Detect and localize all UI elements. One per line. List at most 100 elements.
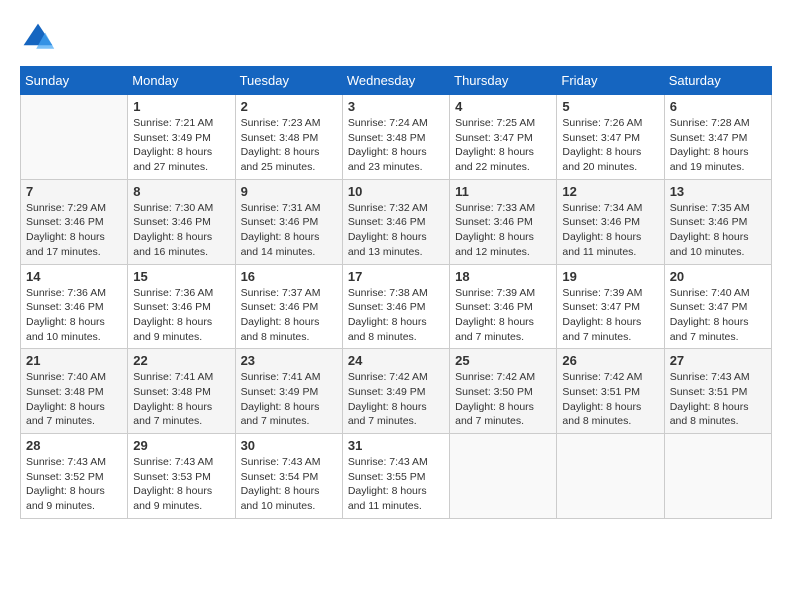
day-number: 18	[455, 269, 551, 284]
day-number: 31	[348, 438, 444, 453]
day-number: 30	[241, 438, 337, 453]
weekday-header: Monday	[128, 67, 235, 95]
weekday-header: Thursday	[450, 67, 557, 95]
calendar-cell: 16 Sunrise: 7:37 AMSunset: 3:46 PMDayligh…	[235, 264, 342, 349]
calendar-cell: 20Sunrise: 7:40 AMSunset: 3:47 PMDayligh…	[664, 264, 771, 349]
day-number: 4	[455, 99, 551, 114]
calendar-cell	[21, 95, 128, 180]
day-detail: Sunrise: 7:40 AMSunset: 3:48 PMDaylight:…	[26, 370, 122, 429]
day-number: 13	[670, 184, 766, 199]
day-number: 9	[241, 184, 337, 199]
calendar-cell: 28Sunrise: 7:43 AMSunset: 3:52 PMDayligh…	[21, 434, 128, 519]
calendar-cell: 24 Sunrise: 7:42 AMSunset: 3:49 PMDayligh…	[342, 349, 449, 434]
calendar-table: SundayMondayTuesdayWednesdayThursdayFrid…	[20, 66, 772, 519]
day-number: 25	[455, 353, 551, 368]
calendar-cell: 1 Sunrise: 7:21 AMSunset: 3:49 PMDaylight…	[128, 95, 235, 180]
calendar-cell: 23 Sunrise: 7:41 AMSunset: 3:49 PMDayligh…	[235, 349, 342, 434]
day-detail: Sunrise: 7:39 AMSunset: 3:46 PMDaylight:…	[455, 286, 551, 345]
day-detail: Sunrise: 7:42 AMSunset: 3:50 PMDaylight:…	[455, 370, 551, 429]
day-detail: Sunrise: 7:28 AMSunset: 3:47 PMDaylight:…	[670, 116, 766, 175]
calendar-cell: 29 Sunrise: 7:43 AMSunset: 3:53 PMDayligh…	[128, 434, 235, 519]
day-detail: Sunrise: 7:24 AMSunset: 3:48 PMDaylight:…	[348, 116, 444, 175]
day-number: 19	[562, 269, 658, 284]
day-number: 10	[348, 184, 444, 199]
calendar-cell: 21 Sunrise: 7:40 AMSunset: 3:48 PMDayligh…	[21, 349, 128, 434]
calendar-cell: 6 Sunrise: 7:28 AMSunset: 3:47 PMDaylight…	[664, 95, 771, 180]
calendar-cell: 18 Sunrise: 7:39 AMSunset: 3:46 PMDayligh…	[450, 264, 557, 349]
day-detail: Sunrise: 7:43 AMSunset: 3:53 PMDaylight:…	[133, 455, 229, 514]
calendar-cell: 11 Sunrise: 7:33 AMSunset: 3:46 PMDayligh…	[450, 179, 557, 264]
day-number: 3	[348, 99, 444, 114]
day-detail: Sunrise: 7:33 AMSunset: 3:46 PMDaylight:…	[455, 201, 551, 260]
weekday-header: Wednesday	[342, 67, 449, 95]
day-detail: Sunrise: 7:37 AMSunset: 3:46 PMDaylight:…	[241, 286, 337, 345]
day-detail: Sunrise: 7:43 AMSunset: 3:54 PMDaylight:…	[241, 455, 337, 514]
day-number: 28	[26, 438, 122, 453]
weekday-header: Friday	[557, 67, 664, 95]
day-number: 27	[670, 353, 766, 368]
calendar-cell	[664, 434, 771, 519]
calendar-header: SundayMondayTuesdayWednesdayThursdayFrid…	[21, 67, 772, 95]
day-number: 11	[455, 184, 551, 199]
calendar-cell: 15 Sunrise: 7:36 AMSunset: 3:46 PMDayligh…	[128, 264, 235, 349]
day-detail: Sunrise: 7:31 AMSunset: 3:46 PMDaylight:…	[241, 201, 337, 260]
day-detail: Sunrise: 7:38 AMSunset: 3:46 PMDaylight:…	[348, 286, 444, 345]
day-detail: Sunrise: 7:29 AMSunset: 3:46 PMDaylight:…	[26, 201, 122, 260]
calendar-cell: 12 Sunrise: 7:34 AMSunset: 3:46 PMDayligh…	[557, 179, 664, 264]
day-detail: Sunrise: 7:36 AMSunset: 3:46 PMDaylight:…	[133, 286, 229, 345]
day-number: 14	[26, 269, 122, 284]
day-number: 5	[562, 99, 658, 114]
day-detail: Sunrise: 7:32 AMSunset: 3:46 PMDaylight:…	[348, 201, 444, 260]
day-number: 17	[348, 269, 444, 284]
calendar-cell: 31 Sunrise: 7:43 AMSunset: 3:55 PMDayligh…	[342, 434, 449, 519]
day-number: 26	[562, 353, 658, 368]
day-detail: Sunrise: 7:42 AMSunset: 3:51 PMDaylight:…	[562, 370, 658, 429]
calendar-cell: 19 Sunrise: 7:39 AMSunset: 3:47 PMDayligh…	[557, 264, 664, 349]
day-detail: Sunrise: 7:43 AMSunset: 3:55 PMDaylight:…	[348, 455, 444, 514]
day-detail: Sunrise: 7:39 AMSunset: 3:47 PMDaylight:…	[562, 286, 658, 345]
calendar-cell: 27Sunrise: 7:43 AMSunset: 3:51 PMDayligh…	[664, 349, 771, 434]
day-detail: Sunrise: 7:42 AMSunset: 3:49 PMDaylight:…	[348, 370, 444, 429]
calendar-cell: 14 Sunrise: 7:36 AMSunset: 3:46 PMDayligh…	[21, 264, 128, 349]
day-detail: Sunrise: 7:21 AMSunset: 3:49 PMDaylight:…	[133, 116, 229, 175]
day-detail: Sunrise: 7:35 AMSunset: 3:46 PMDaylight:…	[670, 201, 766, 260]
calendar-cell	[450, 434, 557, 519]
day-detail: Sunrise: 7:25 AMSunset: 3:47 PMDaylight:…	[455, 116, 551, 175]
calendar-cell	[557, 434, 664, 519]
calendar-cell: 3 Sunrise: 7:24 AMSunset: 3:48 PMDaylight…	[342, 95, 449, 180]
logo	[20, 20, 60, 56]
page-header	[20, 20, 772, 56]
calendar-cell: 30 Sunrise: 7:43 AMSunset: 3:54 PMDayligh…	[235, 434, 342, 519]
day-detail: Sunrise: 7:34 AMSunset: 3:46 PMDaylight:…	[562, 201, 658, 260]
calendar-cell: 7 Sunrise: 7:29 AMSunset: 3:46 PMDaylight…	[21, 179, 128, 264]
calendar-cell: 25 Sunrise: 7:42 AMSunset: 3:50 PMDayligh…	[450, 349, 557, 434]
day-number: 6	[670, 99, 766, 114]
day-number: 7	[26, 184, 122, 199]
day-number: 12	[562, 184, 658, 199]
weekday-header: Sunday	[21, 67, 128, 95]
day-detail: Sunrise: 7:26 AMSunset: 3:47 PMDaylight:…	[562, 116, 658, 175]
day-detail: Sunrise: 7:41 AMSunset: 3:49 PMDaylight:…	[241, 370, 337, 429]
day-number: 15	[133, 269, 229, 284]
calendar-cell: 22 Sunrise: 7:41 AMSunset: 3:48 PMDayligh…	[128, 349, 235, 434]
calendar-cell: 10 Sunrise: 7:32 AMSunset: 3:46 PMDayligh…	[342, 179, 449, 264]
day-number: 29	[133, 438, 229, 453]
day-detail: Sunrise: 7:30 AMSunset: 3:46 PMDaylight:…	[133, 201, 229, 260]
day-number: 23	[241, 353, 337, 368]
calendar-cell: 8 Sunrise: 7:30 AMSunset: 3:46 PMDaylight…	[128, 179, 235, 264]
day-number: 1	[133, 99, 229, 114]
weekday-header: Saturday	[664, 67, 771, 95]
day-number: 22	[133, 353, 229, 368]
day-number: 21	[26, 353, 122, 368]
day-number: 20	[670, 269, 766, 284]
day-detail: Sunrise: 7:23 AMSunset: 3:48 PMDaylight:…	[241, 116, 337, 175]
day-number: 8	[133, 184, 229, 199]
day-number: 16	[241, 269, 337, 284]
calendar-cell: 2Sunrise: 7:23 AMSunset: 3:48 PMDaylight…	[235, 95, 342, 180]
calendar-cell: 17 Sunrise: 7:38 AMSunset: 3:46 PMDayligh…	[342, 264, 449, 349]
day-detail: Sunrise: 7:36 AMSunset: 3:46 PMDaylight:…	[26, 286, 122, 345]
day-number: 24	[348, 353, 444, 368]
logo-icon	[20, 20, 56, 56]
day-detail: Sunrise: 7:41 AMSunset: 3:48 PMDaylight:…	[133, 370, 229, 429]
calendar-cell: 26 Sunrise: 7:42 AMSunset: 3:51 PMDayligh…	[557, 349, 664, 434]
